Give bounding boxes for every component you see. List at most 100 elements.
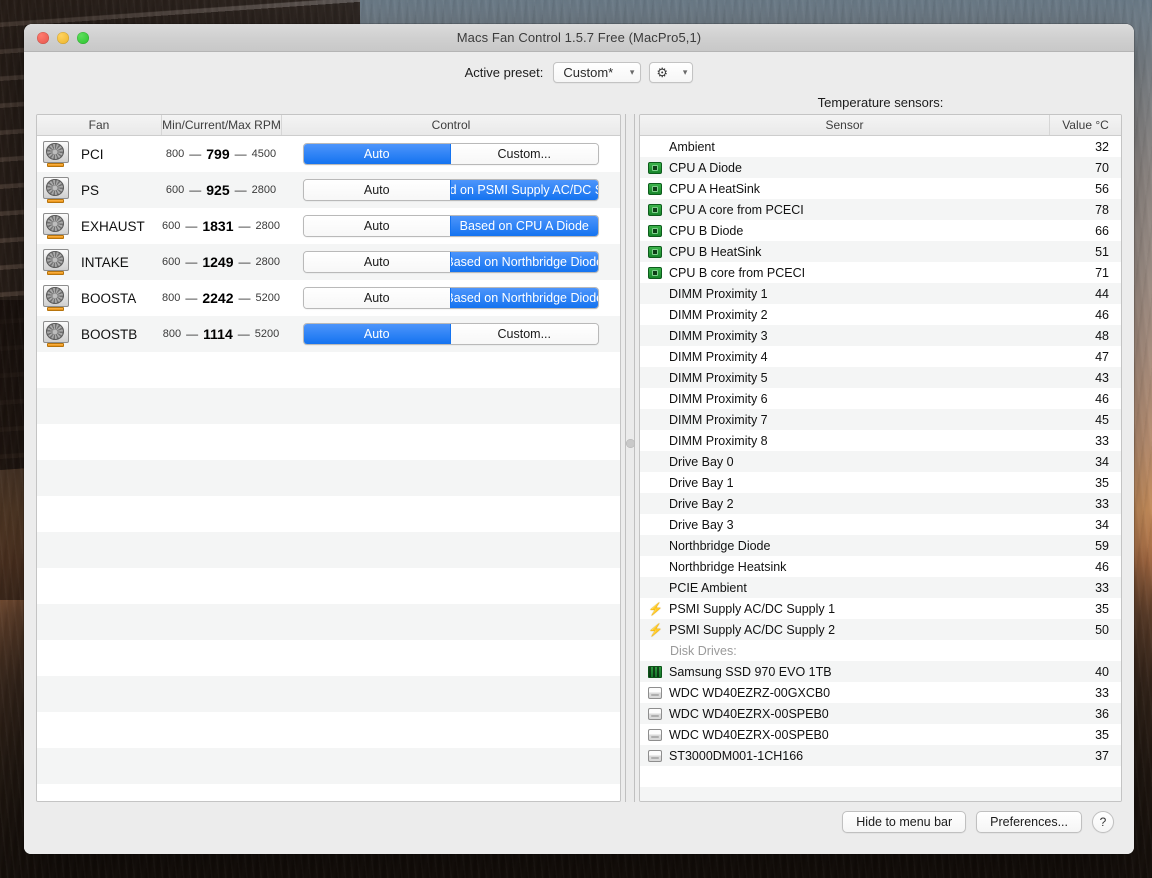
sensor-row[interactable]: ⚡ PSMI Supply AC/DC Supply 1 35 (640, 598, 1121, 619)
sensor-row[interactable]: WDC WD40EZRX-00SPEB0 35 (640, 724, 1121, 745)
fan-mode-segmented-control[interactable]: Auto Based on CPU A Diode (302, 215, 599, 237)
fan-rpm-max: 2800 (251, 184, 277, 196)
fan-custom-button[interactable]: Custom... (450, 324, 598, 344)
sensor-row[interactable]: CPU B Diode 66 (640, 220, 1121, 241)
sensor-row[interactable]: Northbridge Diode 59 (640, 535, 1121, 556)
sensor-value-cell: 32 (1095, 139, 1109, 154)
sensor-name-cell: Disk Drives: (640, 644, 1049, 658)
fan-auto-button[interactable]: Auto (303, 180, 450, 200)
window-titlebar: Macs Fan Control 1.5.7 Free (MacPro5,1) (24, 24, 1134, 52)
sensor-name-cell: CPU B core from PCECI (640, 266, 1049, 280)
sensor-name-cell: Samsung SSD 970 EVO 1TB (640, 665, 1049, 679)
fan-row-empty (37, 568, 620, 604)
column-header-sensor[interactable]: Sensor (640, 115, 1049, 135)
fan-custom-button[interactable]: Custom... (450, 144, 598, 164)
sensor-row[interactable]: DIMM Proximity 7 45 (640, 409, 1121, 430)
cpu-chip-icon (648, 161, 662, 174)
fan-auto-button[interactable]: Auto (303, 144, 450, 164)
sensor-name-cell: ⚡ PSMI Supply AC/DC Supply 2 (640, 623, 1049, 637)
app-window: Macs Fan Control 1.5.7 Free (MacPro5,1) … (24, 24, 1134, 854)
sensor-row[interactable]: CPU A core from PCECI 78 (640, 199, 1121, 220)
pane-splitter[interactable] (621, 92, 639, 802)
hide-to-menu-bar-button[interactable]: Hide to menu bar (842, 811, 967, 833)
fan-rpm-min: 800 (162, 328, 182, 340)
sensor-value-cell: 47 (1095, 349, 1109, 364)
sensor-value-cell: 36 (1095, 706, 1109, 721)
sensor-row[interactable]: CPU A Diode 70 (640, 157, 1121, 178)
sensor-name-cell: CPU A Diode (640, 161, 1049, 175)
sensor-row[interactable]: CPU B core from PCECI 71 (640, 262, 1121, 283)
fan-auto-button[interactable]: Auto (303, 252, 450, 272)
sensor-row[interactable]: WDC WD40EZRZ-00GXCB0 33 (640, 682, 1121, 703)
sensor-row[interactable]: CPU B HeatSink 51 (640, 241, 1121, 262)
rpm-dash-icon: — (185, 219, 198, 233)
sensor-row[interactable]: WDC WD40EZRX-00SPEB0 36 (640, 703, 1121, 724)
close-button[interactable] (37, 32, 49, 44)
fan-rpm-current: 925 (206, 182, 230, 198)
sensor-name-cell: CPU A HeatSink (640, 182, 1049, 196)
sensor-row[interactable]: Drive Bay 3 34 (640, 514, 1121, 535)
column-header-value[interactable]: Value °C (1049, 115, 1121, 135)
fan-mode-segmented-control[interactable]: Auto Custom... (302, 143, 599, 165)
fan-row[interactable]: INTAKE 600 — 1249 — 2800 Auto Based on Northbri… (37, 244, 620, 280)
sensor-row[interactable]: Samsung SSD 970 EVO 1TB 40 (640, 661, 1121, 682)
rpm-dash-icon: — (238, 291, 251, 305)
sensor-name-cell: CPU B Diode (640, 224, 1049, 238)
fan-row[interactable]: PS 600 — 925 — 2800 AutoBased on PSMI Supply A… (37, 172, 620, 208)
fan-custom-button[interactable]: Based on Northbridge Diode (450, 288, 598, 308)
fan-row[interactable]: EXHAUST 600 — 1831 — 2800 Auto Based on CPU A D… (37, 208, 620, 244)
sensor-row[interactable]: Drive Bay 0 34 (640, 451, 1121, 472)
fan-mode-segmented-control[interactable]: Auto Custom... (302, 323, 599, 345)
sensor-row[interactable]: DIMM Proximity 5 43 (640, 367, 1121, 388)
sensor-name-cell: ⚡ PSMI Supply AC/DC Supply 1 (640, 602, 1049, 616)
active-preset-dropdown[interactable]: Custom* ▾ (553, 61, 642, 83)
settings-menu-button[interactable]: ⚙ ▾ (649, 61, 694, 83)
sensors-table-body: Ambient 32 CPU A Diode 70 CPU A HeatSink 56 CP… (640, 136, 1121, 801)
column-header-fan[interactable]: Fan (37, 115, 161, 135)
sensor-row[interactable]: Ambient 32 (640, 136, 1121, 157)
fan-mode-segmented-control[interactable]: AutoBased on PSMI Supply AC/DC Sup... (302, 179, 599, 201)
fans-caption-spacer (36, 92, 621, 114)
sensor-row[interactable]: DIMM Proximity 3 48 (640, 325, 1121, 346)
toolbar: Active preset: Custom* ▾ ⚙ ▾ (24, 52, 1134, 84)
column-header-rpm[interactable]: Min/Current/Max RPM (161, 115, 281, 135)
fan-row[interactable]: BOOSTA 800 — 2242 — 5200 Auto Based on Northbri… (37, 280, 620, 316)
sensors-caption: Temperature sensors: (817, 95, 944, 110)
fan-row[interactable]: PCI 800 — 799 — 4500 Auto Custom... (37, 136, 620, 172)
fan-icon (43, 285, 69, 311)
sensor-row[interactable]: PCIE Ambient 33 (640, 577, 1121, 598)
fan-row[interactable]: BOOSTB 800 — 1114 — 5200 Auto Custom... (37, 316, 620, 352)
sensor-row[interactable]: DIMM Proximity 6 46 (640, 388, 1121, 409)
sensor-value-cell: 46 (1095, 391, 1109, 406)
fan-auto-button[interactable]: Auto (303, 324, 450, 344)
fans-table-header: Fan Min/Current/Max RPM Control (37, 115, 620, 136)
sensor-row[interactable]: DIMM Proximity 2 46 (640, 304, 1121, 325)
splitter-handle[interactable] (625, 439, 635, 448)
column-header-control[interactable]: Control (281, 115, 620, 135)
sensor-row[interactable]: ST3000DM001-1CH166 37 (640, 745, 1121, 766)
fan-auto-button[interactable]: Auto (303, 288, 450, 308)
sensor-row[interactable]: ⚡ PSMI Supply AC/DC Supply 2 50 (640, 619, 1121, 640)
sensor-row[interactable]: DIMM Proximity 1 44 (640, 283, 1121, 304)
fan-name-cell: BOOSTA (37, 285, 161, 311)
fan-custom-button[interactable]: Based on CPU A Diode (450, 216, 598, 236)
sensor-row[interactable]: Drive Bay 1 35 (640, 472, 1121, 493)
sensor-row[interactable]: DIMM Proximity 4 47 (640, 346, 1121, 367)
sensor-row[interactable]: Drive Bay 2 33 (640, 493, 1121, 514)
fan-mode-segmented-control[interactable]: Auto Based on Northbridge Diode (302, 287, 599, 309)
fan-auto-button[interactable]: Auto (303, 216, 450, 236)
fan-custom-button[interactable]: Based on PSMI Supply AC/DC Sup... (450, 180, 598, 200)
sensor-row[interactable]: Northbridge Heatsink 46 (640, 556, 1121, 577)
preferences-button[interactable]: Preferences... (976, 811, 1082, 833)
minimize-button[interactable] (57, 32, 69, 44)
zoom-button[interactable] (77, 32, 89, 44)
fan-control-cell: Auto Based on Northbridge Diode (281, 287, 620, 309)
help-button[interactable]: ? (1092, 811, 1114, 833)
sensor-group-header: Disk Drives: (640, 640, 1121, 661)
sensor-row[interactable]: CPU A HeatSink 56 (640, 178, 1121, 199)
sensor-row[interactable]: DIMM Proximity 8 33 (640, 430, 1121, 451)
window-controls (37, 24, 89, 52)
fan-custom-button[interactable]: Based on Northbridge Diode (450, 252, 598, 272)
fan-mode-segmented-control[interactable]: Auto Based on Northbridge Diode (302, 251, 599, 273)
fan-row-empty (37, 604, 620, 640)
